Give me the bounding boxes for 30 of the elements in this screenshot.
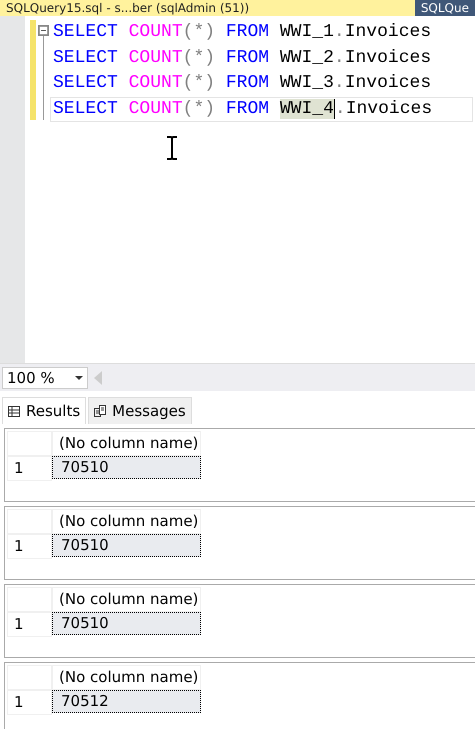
table-cell[interactable]: 70510 [52, 612, 201, 635]
table-cell[interactable]: 70512 [52, 690, 201, 713]
table-cell[interactable]: 70510 [52, 456, 201, 479]
corner-header[interactable] [7, 509, 52, 534]
table-cell[interactable]: 70510 [52, 534, 201, 557]
column-header[interactable]: (No column name) [52, 509, 201, 534]
row-number: 1 [7, 612, 52, 637]
zoom-dropdown[interactable]: 100 % [2, 366, 88, 388]
corner-header[interactable] [7, 431, 52, 456]
row-number: 1 [7, 456, 52, 481]
corner-header[interactable] [7, 587, 52, 612]
document-tab[interactable]: SQLQue [414, 0, 475, 16]
code-line: SELECT COUNT(*) FROM WWI_3.Invoices [52, 72, 432, 95]
scroll-left-icon[interactable] [94, 370, 102, 384]
column-header[interactable]: (No column name) [52, 665, 201, 690]
text-cursor-icon [166, 135, 178, 161]
result-tab[interactable]: Messages [88, 397, 192, 424]
collapse-icon[interactable] [38, 25, 48, 36]
column-header[interactable]: (No column name) [52, 587, 201, 612]
code-line: SELECT COUNT(*) FROM WWI_2.Invoices [52, 46, 432, 70]
row-number: 1 [7, 690, 52, 715]
document-tab[interactable]: SQLQuery15.sql - s...ber (sqlAdmin (51)) [0, 0, 415, 16]
column-header[interactable]: (No column name) [52, 431, 201, 456]
caret-icon [75, 376, 83, 380]
grid-icon [8, 406, 20, 416]
result-tab[interactable]: Results [2, 397, 86, 424]
messages-icon [94, 405, 106, 417]
code-line: SELECT COUNT(*) FROM WWI_1.Invoices [52, 21, 432, 44]
row-number: 1 [7, 534, 52, 559]
corner-header[interactable] [7, 665, 52, 690]
